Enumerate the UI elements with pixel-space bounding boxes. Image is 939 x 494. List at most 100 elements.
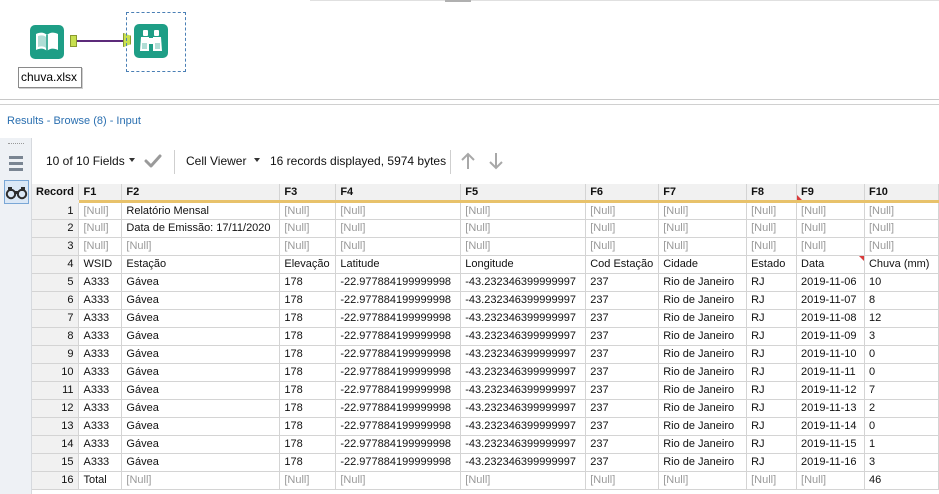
table-cell[interactable]: [Null] xyxy=(746,471,798,490)
table-cell[interactable]: A333 xyxy=(78,363,123,382)
table-cell[interactable]: -43.232346399999997 xyxy=(460,309,587,328)
table-cell[interactable]: 3 xyxy=(864,327,939,346)
table-cell[interactable]: [Null] xyxy=(121,471,281,490)
table-cell[interactable]: Gávea xyxy=(121,327,281,346)
table-cell[interactable]: [Null] xyxy=(335,201,462,220)
table-cell[interactable]: RJ xyxy=(746,273,798,292)
table-cell[interactable]: Gávea xyxy=(121,381,281,400)
table-cell[interactable]: 3 xyxy=(864,453,939,472)
table-cell[interactable]: Rio de Janeiro xyxy=(658,435,748,454)
cell-viewer-dropdown[interactable]: Cell Viewer xyxy=(186,154,246,168)
table-cell[interactable]: Cidade xyxy=(658,255,748,274)
table-cell[interactable]: Gávea xyxy=(121,291,281,310)
table-cell[interactable]: A333 xyxy=(78,381,123,400)
table-cell[interactable]: [Null] xyxy=(279,237,337,256)
table-cell[interactable]: Gávea xyxy=(121,399,281,418)
table-cell[interactable]: Gávea xyxy=(121,309,281,328)
table-cell[interactable]: Rio de Janeiro xyxy=(658,327,748,346)
table-cell[interactable]: Gávea xyxy=(121,345,281,364)
table-cell[interactable]: A333 xyxy=(78,273,123,292)
browse-tool[interactable] xyxy=(134,24,168,58)
table-cell[interactable]: [Null] xyxy=(460,237,587,256)
table-cell[interactable]: [Null] xyxy=(279,219,337,238)
table-cell[interactable]: -43.232346399999997 xyxy=(460,345,587,364)
table-cell[interactable]: -22.977884199999998 xyxy=(335,309,462,328)
table-cell[interactable]: RJ xyxy=(746,417,798,436)
table-cell[interactable]: Rio de Janeiro xyxy=(658,399,748,418)
table-cell[interactable]: RJ xyxy=(746,309,798,328)
table-cell[interactable]: [Null] xyxy=(658,471,748,490)
table-cell[interactable]: Rio de Janeiro xyxy=(658,363,748,382)
table-cell[interactable]: 237 xyxy=(585,327,660,346)
table-cell[interactable]: -43.232346399999997 xyxy=(460,435,587,454)
table-cell[interactable]: -22.977884199999998 xyxy=(335,363,462,382)
table-cell[interactable]: A333 xyxy=(78,309,123,328)
table-cell[interactable]: WSID xyxy=(78,255,123,274)
table-cell[interactable]: Estação xyxy=(121,255,281,274)
table-cell[interactable]: 2019-11-08 xyxy=(796,309,865,328)
column-header-f10[interactable]: F10 xyxy=(864,184,939,203)
table-cell[interactable]: 237 xyxy=(585,345,660,364)
table-cell[interactable]: A333 xyxy=(78,453,123,472)
table-cell[interactable]: [Null] xyxy=(78,219,123,238)
column-header-record[interactable]: Record xyxy=(32,184,80,203)
browse-view-button[interactable] xyxy=(4,180,29,204)
table-cell[interactable]: -43.232346399999997 xyxy=(460,273,587,292)
table-cell[interactable]: Total xyxy=(78,471,123,490)
table-cell[interactable]: 2019-11-10 xyxy=(796,345,865,364)
table-cell[interactable]: [Null] xyxy=(460,201,587,220)
grip-icon[interactable] xyxy=(8,143,24,145)
data-grid[interactable]: Record F1 F2 F3 F4 F5 F6 F7 F8 F9 F10 1[… xyxy=(32,184,939,494)
table-cell[interactable]: Cod Estação xyxy=(585,255,660,274)
table-cell[interactable]: 178 xyxy=(279,381,337,400)
table-cell[interactable]: Gávea xyxy=(121,453,281,472)
table-cell[interactable]: -43.232346399999997 xyxy=(460,453,587,472)
table-cell[interactable]: [Null] xyxy=(335,219,462,238)
table-cell[interactable]: Gávea xyxy=(121,363,281,382)
table-cell[interactable]: [Null] xyxy=(658,237,748,256)
table-cell[interactable]: 12 xyxy=(864,309,939,328)
table-cell[interactable]: A333 xyxy=(78,417,123,436)
table-cell[interactable]: Gávea xyxy=(121,417,281,436)
table-cell[interactable]: 237 xyxy=(585,363,660,382)
table-cell[interactable]: 2019-11-14 xyxy=(796,417,865,436)
table-cell[interactable]: RJ xyxy=(746,453,798,472)
table-cell[interactable]: 2019-11-09 xyxy=(796,327,865,346)
canvas-splitter-handle[interactable] xyxy=(445,0,471,2)
table-cell[interactable]: [Null] xyxy=(279,471,337,490)
table-cell[interactable]: -22.977884199999998 xyxy=(335,453,462,472)
table-cell[interactable]: -22.977884199999998 xyxy=(335,327,462,346)
table-cell[interactable]: A333 xyxy=(78,327,123,346)
table-cell[interactable]: 237 xyxy=(585,291,660,310)
table-cell[interactable]: Relatório Mensal xyxy=(121,201,281,220)
table-cell[interactable]: [Null] xyxy=(746,237,798,256)
table-cell[interactable]: 178 xyxy=(279,363,337,382)
table-cell[interactable]: 2019-11-06 xyxy=(796,273,865,292)
table-cell[interactable]: Data de Emissão: 17/11/2020 xyxy=(121,219,281,238)
table-cell[interactable]: 178 xyxy=(279,327,337,346)
table-cell[interactable]: [Null] xyxy=(121,237,281,256)
table-cell[interactable]: [Null] xyxy=(796,201,865,220)
table-cell[interactable]: [Null] xyxy=(335,237,462,256)
list-view-icon[interactable] xyxy=(6,154,26,174)
table-cell[interactable]: -22.977884199999998 xyxy=(335,417,462,436)
table-cell[interactable]: Elevação xyxy=(279,255,337,274)
table-cell[interactable]: Chuva (mm) xyxy=(864,255,939,274)
column-header-f2[interactable]: F2 xyxy=(121,184,281,203)
table-cell[interactable]: 46 xyxy=(864,471,939,490)
table-cell[interactable]: A333 xyxy=(78,345,123,364)
table-cell[interactable]: 1 xyxy=(864,435,939,454)
table-cell[interactable]: [Null] xyxy=(585,201,660,220)
table-cell[interactable]: RJ xyxy=(746,345,798,364)
table-cell[interactable]: 2019-11-07 xyxy=(796,291,865,310)
table-cell[interactable]: Rio de Janeiro xyxy=(658,453,748,472)
table-cell[interactable]: 178 xyxy=(279,345,337,364)
table-cell[interactable]: Rio de Janeiro xyxy=(658,309,748,328)
table-cell[interactable]: 2019-11-11 xyxy=(796,363,865,382)
column-header-f8[interactable]: F8 xyxy=(746,184,798,203)
table-cell[interactable]: [Null] xyxy=(335,471,462,490)
table-cell[interactable]: 237 xyxy=(585,435,660,454)
table-cell[interactable]: [Null] xyxy=(585,237,660,256)
table-cell[interactable]: [Null] xyxy=(864,219,939,238)
table-cell[interactable]: 0 xyxy=(864,363,939,382)
